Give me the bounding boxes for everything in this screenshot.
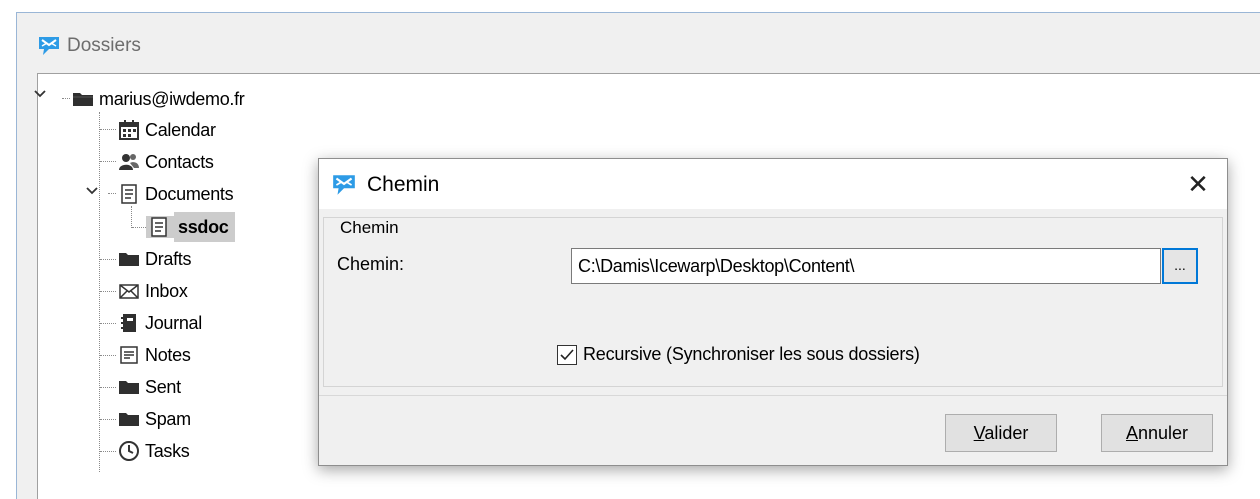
tree-connector [100,291,116,292]
contacts-icon [118,151,140,173]
tree-item-ssdoc[interactable]: ssdoc [146,212,235,242]
recursive-checkbox-row[interactable]: Recursive (Synchroniser les sous dossier… [557,344,920,365]
annuler-button[interactable]: Annuler [1101,414,1213,452]
tree-connector [100,451,116,452]
folder-icon [72,88,94,110]
tree-item-label: Calendar [145,120,216,140]
tree-item-contacts[interactable]: Contacts [118,147,214,177]
tree-item-label: Inbox [145,281,188,301]
tree-item-spam[interactable]: Spam [118,404,191,434]
tree-item-sent[interactable]: Sent [118,372,181,402]
tree-item-drafts[interactable]: Drafts [118,244,192,274]
tree-connector [131,206,132,228]
tree-root-label: marius@iwdemo.fr [99,89,245,109]
tree-connector [99,112,100,472]
tree-item-label: Notes [145,345,191,365]
dialog-titlebar[interactable]: Chemin ✕ [319,159,1227,209]
chevron-down-icon[interactable] [32,86,48,107]
envelope-icon [118,280,140,302]
folder-icon [118,408,140,430]
close-icon: ✕ [1187,169,1209,199]
document-icon [118,183,140,205]
tree-item-tasks[interactable]: Tasks [118,436,190,466]
tree-item-label: Journal [145,313,202,333]
groupbox-label: Chemin [338,218,401,238]
dialog-title: Chemin [367,173,440,196]
annuler-accel: A [1125,423,1138,443]
browse-button[interactable]: ... [1162,248,1198,284]
close-button[interactable]: ✕ [1183,169,1213,199]
chemin-field-label: Chemin: [337,254,405,274]
clock-icon [118,440,140,462]
tree-connector [100,419,116,420]
tree-item-journal[interactable]: Journal [118,308,202,338]
app-logo-icon [331,173,357,202]
folder-icon [118,248,140,270]
app-logo-icon [37,35,61,62]
tree-item-label: Spam [145,409,191,429]
calendar-icon [118,119,140,141]
valider-button[interactable]: Valider [945,414,1057,452]
tree-connector [108,193,116,194]
chevron-down-icon[interactable] [84,183,100,204]
tree-connector [100,161,116,162]
recursive-checkbox[interactable] [557,344,577,365]
tree-item-label: ssdoc [174,212,235,242]
tree-connector [100,355,116,356]
tree-item-documents[interactable]: Documents [118,179,234,209]
journal-icon [118,312,140,334]
tree-item-inbox[interactable]: Inbox [118,276,188,306]
dossiers-titlebar: Dossiers [17,13,1260,73]
annuler-label: nnuler [1137,423,1189,443]
valider-label: alider [984,423,1029,443]
tree-item-calendar[interactable]: Calendar [118,115,216,145]
tree-root-account[interactable]: marius@iwdemo.fr [72,84,245,114]
tree-connector [132,227,146,228]
chemin-dialog: Chemin ✕ Chemin Chemin: ... Recursive (S… [318,158,1228,466]
tree-connector [100,129,116,130]
tree-connector [100,323,116,324]
tree-item-label: Drafts [145,249,192,269]
tree-connector [62,98,70,99]
tree-item-notes[interactable]: Notes [118,340,191,370]
dossiers-title: Dossiers [67,35,141,56]
dialog-separator [319,395,1227,396]
chemin-path-input[interactable] [571,248,1161,284]
tree-connector [100,259,116,260]
tree-item-label: Tasks [145,441,190,461]
folder-icon [118,376,140,398]
tree-connector [100,387,116,388]
recursive-label: Recursive (Synchroniser les sous dossier… [583,344,920,364]
note-icon [118,344,140,366]
tree-item-label: Sent [145,377,181,397]
document-icon [146,216,174,238]
tree-item-label: Contacts [145,152,214,172]
tree-item-label: Documents [145,184,234,204]
checkmark-icon [560,348,574,360]
valider-accel: V [973,423,985,443]
